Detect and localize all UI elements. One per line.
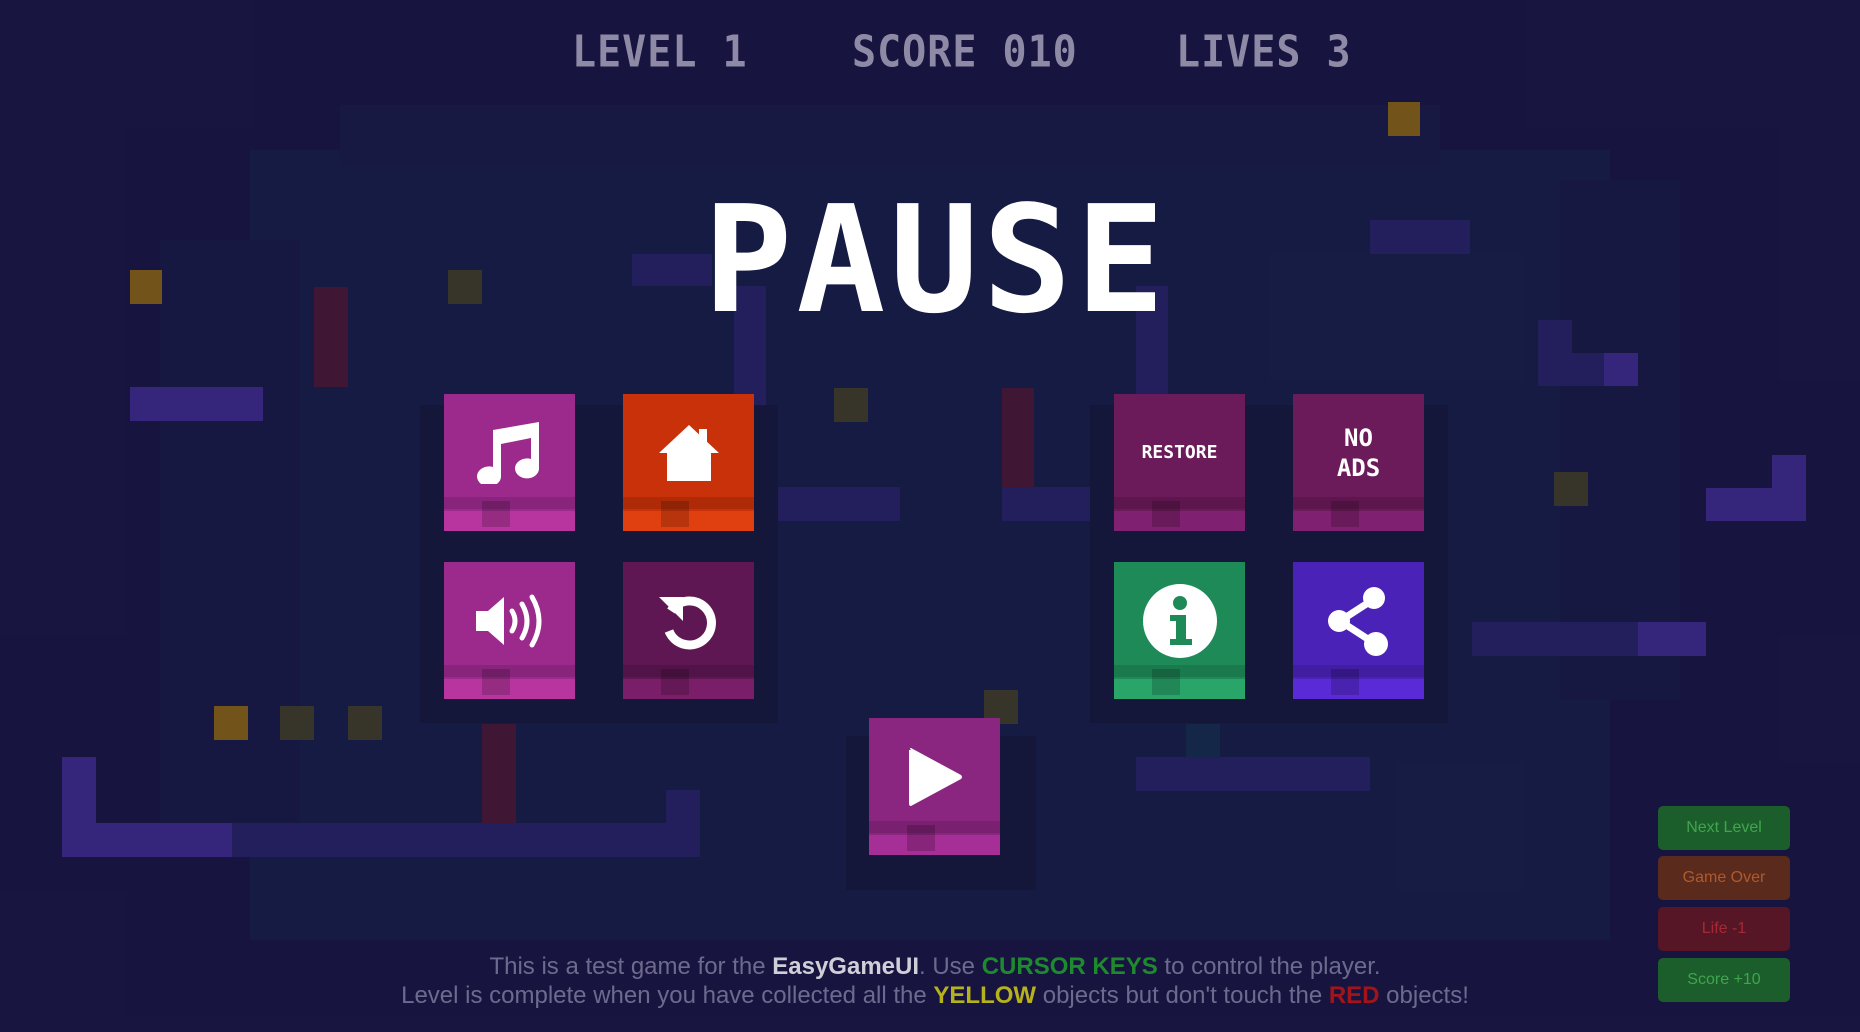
info-icon [1142,583,1217,658]
collectible-yellow [130,270,162,304]
restart-icon [658,595,716,649]
tile-notch [1331,669,1359,695]
speaker-icon [475,594,541,647]
wall [232,823,700,857]
play-button[interactable] [869,718,1000,855]
instructions-text-part: . Use [919,953,982,980]
playfield-shade [340,105,1440,165]
home-button[interactable] [623,394,754,531]
no-ads-label-line1: NO [1344,423,1373,452]
restore-purchases-button[interactable]: RESTORE [1114,394,1245,531]
wall [1370,220,1470,254]
wall [1538,353,1604,386]
music-note-icon [476,421,539,484]
tile-notch [1152,501,1180,527]
hud-level: LEVEL 1 [572,27,748,78]
info-button[interactable] [1114,562,1245,699]
collectible-dim [348,706,382,740]
pause-title: PAUSE [703,174,1169,346]
instructions-line-2: Level is complete when you have collecte… [300,981,1570,1010]
yellow-highlight: YELLOW [933,982,1037,1009]
instructions-text-part: objects but don't touch the [1036,982,1329,1009]
instructions-text-part: to control the player. [1157,953,1381,980]
instructions-text-part: objects! [1379,982,1469,1009]
red-highlight: RED [1328,982,1380,1009]
share-button[interactable] [1293,562,1424,699]
wall [62,823,232,857]
collectible-dim [448,270,482,304]
home-icon [658,424,719,481]
instructions-line-1: This is a test game for the EasyGameUI. … [300,952,1570,981]
wall [1604,353,1638,386]
tile-notch [907,825,935,851]
hazard [1002,388,1034,488]
share-icon [1327,586,1388,656]
tile-notch [1331,501,1359,527]
sound-button[interactable] [444,562,575,699]
hud-lives: LIVES 3 [1176,27,1352,78]
playfield-shade [160,240,300,840]
game-over-button[interactable]: Game Over [1658,856,1790,900]
wall [1638,622,1706,656]
wall [1472,622,1638,656]
no-ads-label: NO ADS [1337,423,1380,483]
score-plus-button[interactable]: Score +10 [1658,958,1790,1002]
instructions-text-part: Level is complete when you have collecte… [401,982,934,1009]
wall [1136,757,1370,791]
wall [666,790,700,857]
restart-button[interactable] [623,562,754,699]
tile-notch [482,501,510,527]
wall [130,387,263,421]
collectible-dim [280,706,314,740]
collectible-yellow [1388,102,1420,136]
music-button[interactable] [444,394,575,531]
play-icon [908,747,962,806]
collectible-dim [1554,472,1588,506]
collectible-yellow [214,706,248,740]
player [1186,724,1220,758]
brand-name: EasyGameUI [772,953,920,980]
tile-notch [1152,669,1180,695]
hud-score: SCORE 010 [852,27,1078,78]
next-level-button[interactable]: Next Level [1658,806,1790,850]
hazard [482,724,516,824]
instructions-text: This is a test game for the EasyGameUI. … [300,952,1570,1010]
life-minus-button[interactable]: Life -1 [1658,907,1790,951]
collectible-dim [834,388,868,422]
hazard [314,287,348,387]
no-ads-button[interactable]: NO ADS [1293,394,1424,531]
tile-notch [482,669,510,695]
tile-notch [661,501,689,527]
instructions-text-part: This is a test game for the [489,953,773,980]
tile-notch [661,669,689,695]
wall [760,487,900,521]
restore-label: RESTORE [1141,441,1218,463]
wall [1772,455,1806,521]
no-ads-label-line2: ADS [1336,453,1381,482]
cursor-keys-highlight: CURSOR KEYS [981,953,1158,980]
